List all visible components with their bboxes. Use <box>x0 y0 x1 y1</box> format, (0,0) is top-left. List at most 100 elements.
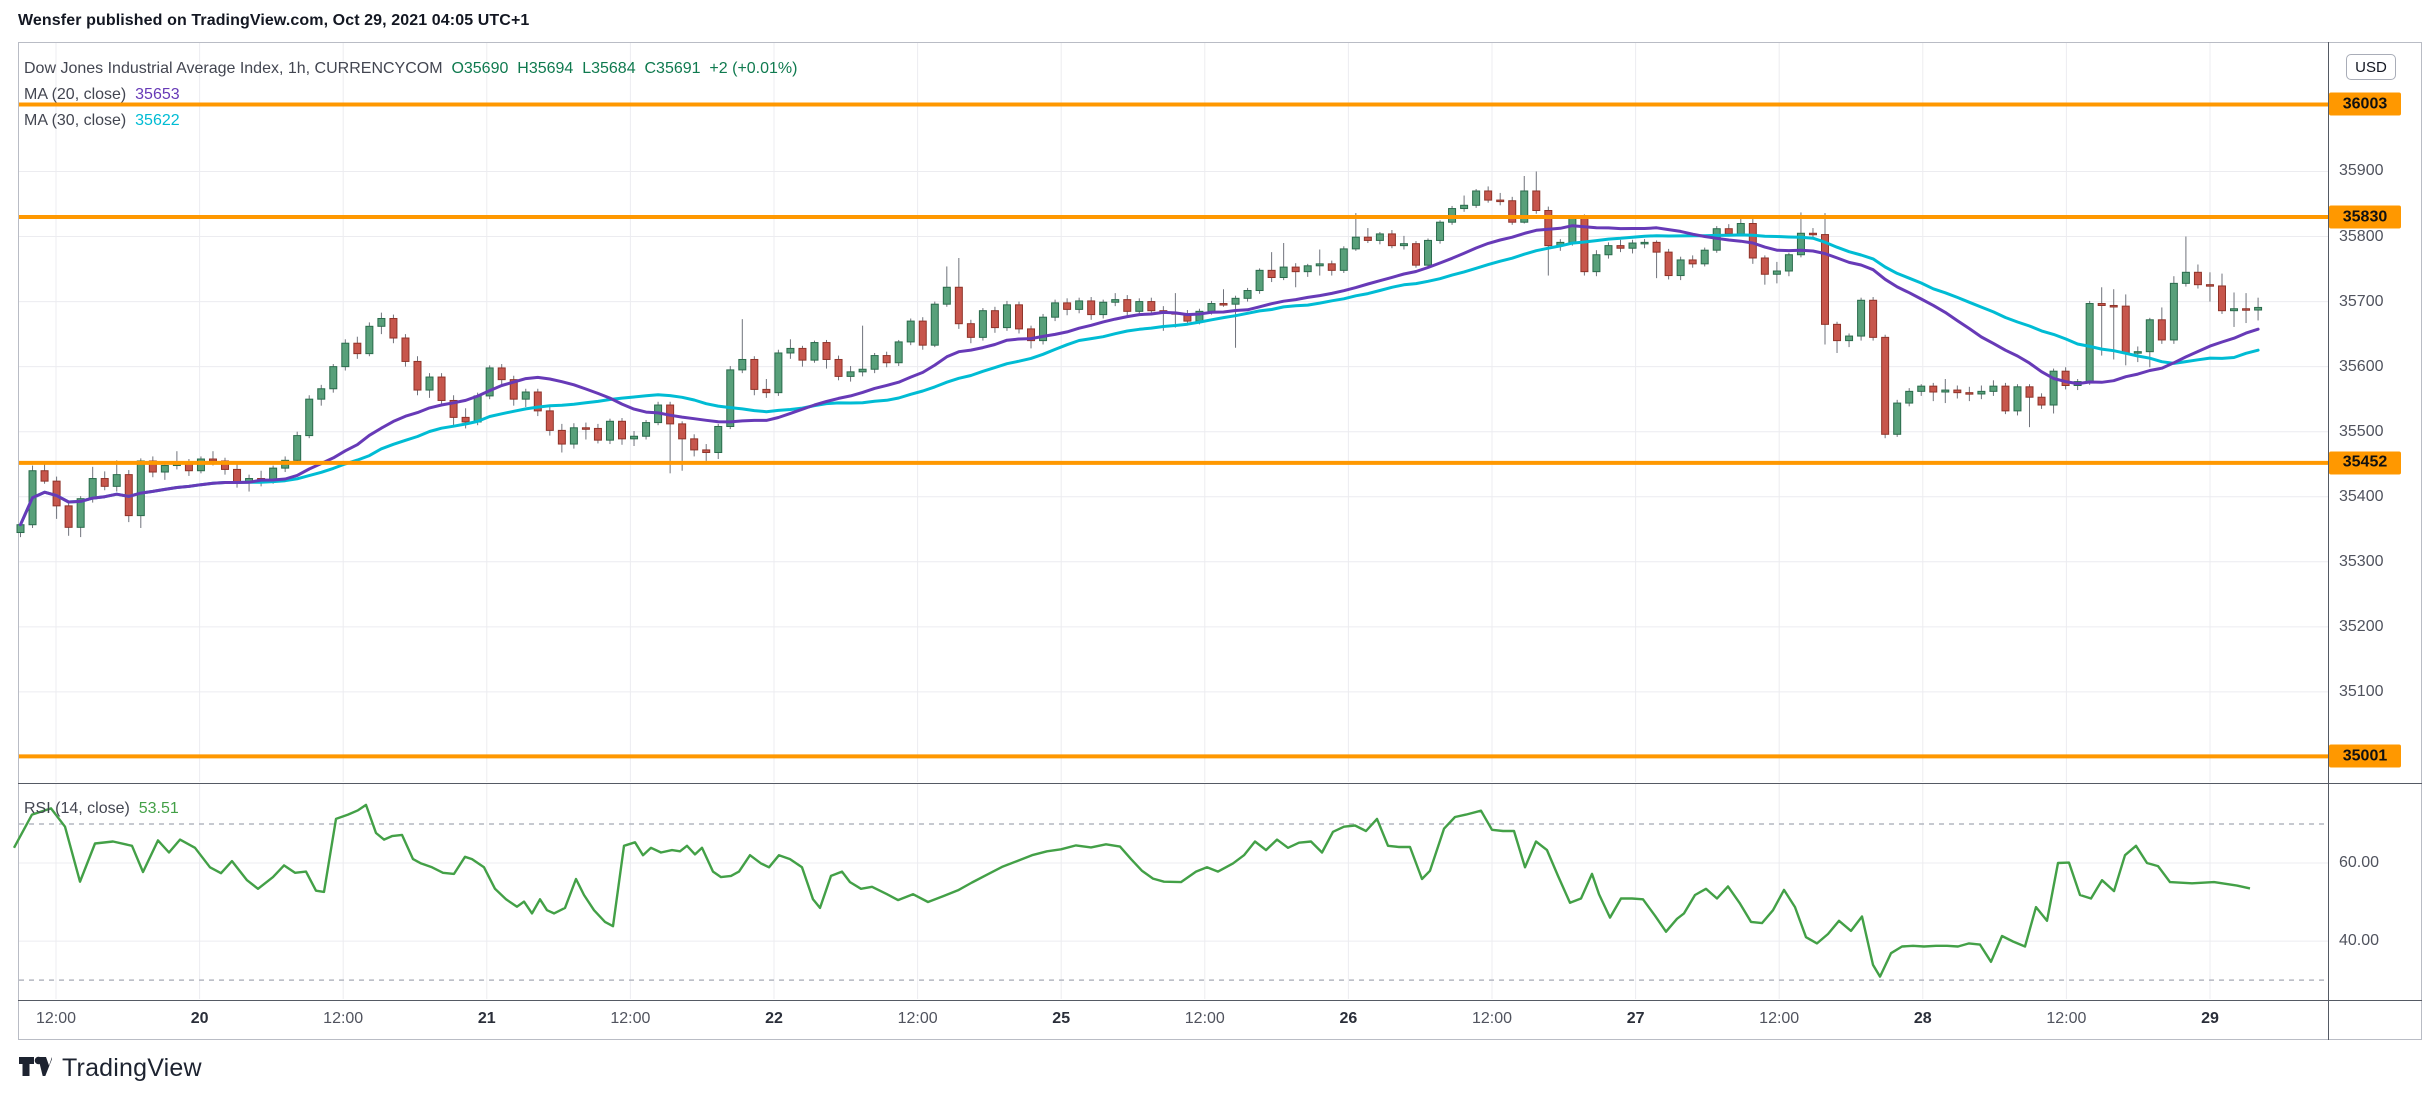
candle-up <box>89 479 96 499</box>
candle-down <box>438 377 445 400</box>
candle-down <box>402 338 409 361</box>
ma20-legend-row[interactable]: MA (20, close) 35653 <box>24 82 797 108</box>
candle-up <box>1593 255 1600 272</box>
candle-up <box>1858 300 1865 336</box>
candle-up <box>306 399 313 435</box>
time-tick-label: 22 <box>765 1010 783 1028</box>
candle-down <box>2038 397 2045 405</box>
candle-up <box>1629 243 1636 248</box>
candle-down <box>763 389 770 392</box>
candle-down <box>1930 386 1937 392</box>
candle-up <box>1894 403 1901 434</box>
candle-up <box>161 466 168 473</box>
time-tick-label: 12:00 <box>898 1010 938 1028</box>
time-tick-label: 26 <box>1339 1010 1357 1028</box>
candle-up <box>1641 242 1648 244</box>
tradingview-attribution[interactable]: TradingView <box>18 1054 202 1083</box>
rsi-legend-row[interactable]: RSI (14, close) 53.51 <box>24 800 179 818</box>
legend-spacer <box>126 86 135 103</box>
candle-up <box>1052 303 1059 317</box>
candle-up <box>378 318 385 326</box>
candle-up <box>1942 390 1949 392</box>
time-tick-label: 12:00 <box>610 1010 650 1028</box>
symbol-title: Dow Jones Industrial Average Index, 1h, … <box>24 60 443 77</box>
candle-down <box>991 311 998 328</box>
candle-up <box>1256 270 1263 290</box>
price-tick-label: 35300 <box>2339 553 2384 571</box>
candle-up <box>1304 266 1311 272</box>
rsi-label: RSI (14, close) <box>24 800 130 817</box>
candle-up <box>137 461 144 516</box>
candle-down <box>2194 272 2201 284</box>
level-price-tag: 36003 <box>2329 93 2401 116</box>
candle-down <box>582 428 589 430</box>
candle-up <box>113 475 120 487</box>
candle-down <box>1292 267 1299 272</box>
candle-up <box>606 421 613 440</box>
candle-down <box>883 356 890 363</box>
candle-up <box>1280 267 1287 277</box>
candle-up <box>2146 320 2153 352</box>
candle-down <box>1364 237 1371 240</box>
candle-down <box>209 459 216 461</box>
candle-down <box>1148 302 1155 311</box>
candle-down <box>2122 306 2129 353</box>
candle-up <box>1003 305 1010 328</box>
price-axis-separator <box>2328 42 2329 1040</box>
candle-up <box>1136 302 1143 312</box>
time-tick-label: 25 <box>1052 1010 1070 1028</box>
pane-separator[interactable] <box>18 783 2422 784</box>
candle-down <box>2158 320 2165 340</box>
currency-toggle-button[interactable]: USD <box>2346 54 2396 80</box>
candle-down <box>1809 233 1816 235</box>
level-price-tag: 35830 <box>2329 206 2401 229</box>
candle-up <box>1569 218 1576 242</box>
time-tick-label: 20 <box>191 1010 209 1028</box>
candle-down <box>1966 393 1973 395</box>
time-tick-label: 21 <box>478 1010 496 1028</box>
chart-canvas[interactable] <box>0 0 2425 1040</box>
candle-up <box>1340 249 1347 270</box>
candle-down <box>823 343 830 360</box>
candle-up <box>2170 283 2177 340</box>
candle-up <box>1737 224 1744 234</box>
candle-up <box>474 396 481 422</box>
candle-down <box>462 417 469 422</box>
symbol-legend-row[interactable]: Dow Jones Industrial Average Index, 1h, … <box>24 56 797 82</box>
price-tick-label: 35200 <box>2339 618 2384 636</box>
ohlc-values: O35690 H35694 L35684 C35691 +2 (+0.01%) <box>451 60 797 77</box>
candle-up <box>943 287 950 304</box>
candle-down <box>1088 301 1095 315</box>
candle-up <box>895 342 902 363</box>
candle-down <box>2218 286 2225 311</box>
candle-up <box>1846 336 1853 341</box>
candle-down <box>2026 387 2033 397</box>
price-tick-label: 35700 <box>2339 293 2384 311</box>
candle-down <box>1725 229 1732 234</box>
candle-up <box>979 311 986 338</box>
time-axis-separator <box>18 1000 2422 1001</box>
candle-down <box>1617 246 1624 249</box>
candle-up <box>787 348 794 353</box>
candle-up <box>330 367 337 389</box>
tradingview-wordmark: TradingView <box>62 1054 202 1083</box>
candle-down <box>1665 252 1672 275</box>
candle-up <box>1677 260 1684 276</box>
price-tick-label: 35600 <box>2339 358 2384 376</box>
candle-up <box>1425 240 1432 265</box>
candle-down <box>1412 244 1419 265</box>
candle-up <box>1906 391 1913 403</box>
chart-legend[interactable]: Dow Jones Industrial Average Index, 1h, … <box>24 56 797 134</box>
candle-down <box>594 428 601 440</box>
candle-up <box>1100 302 1107 314</box>
legend-spacer <box>130 800 139 817</box>
candle-down <box>558 430 565 444</box>
candle-up <box>2231 309 2238 311</box>
candle-up <box>2134 352 2141 354</box>
candle-down <box>1485 191 1492 200</box>
legend-spacer <box>126 112 135 129</box>
candle-down <box>691 439 698 450</box>
ma30-legend-row[interactable]: MA (30, close) 35622 <box>24 108 797 134</box>
candle-up <box>1773 271 1780 274</box>
candle-up <box>775 353 782 393</box>
